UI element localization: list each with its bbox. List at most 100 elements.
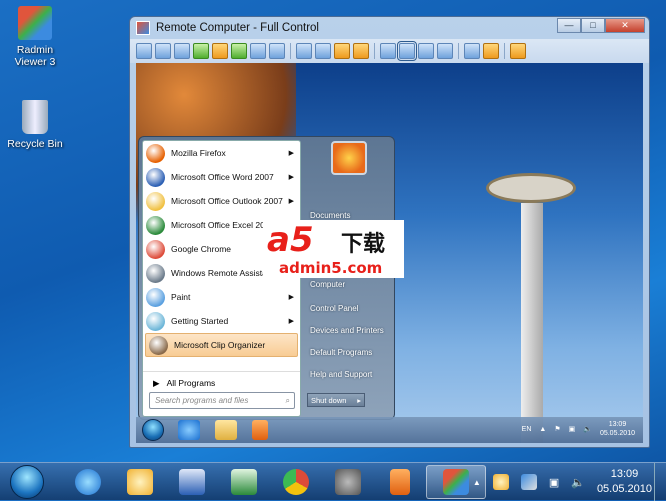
clipboard-send-icon[interactable] [353,43,369,59]
program-icon [146,143,165,163]
separator [458,43,459,59]
program-label: Microsoft Office Word 2007 [171,172,274,182]
file-transfer-icon[interactable] [193,43,209,59]
remote-clock[interactable]: 13:09 05.05.2010 [600,420,635,438]
normal-mode-icon[interactable] [380,43,396,59]
programs-pane: Mozilla Firefox ▶ Microsoft Office Word 20… [142,140,301,417]
taskbar-outlook[interactable] [114,465,166,499]
submenu-arrow-icon[interactable]: ▶ [289,149,294,157]
start-item-default-programs[interactable]: Default Programs [310,348,372,357]
start-orb-icon[interactable] [10,464,44,499]
close-button[interactable]: ✕ [605,18,645,33]
screenshot-icon[interactable] [464,43,480,59]
separator [504,43,505,59]
submenu-arrow-icon[interactable]: ▶ [289,293,294,301]
flag-icon[interactable]: ⚑ [554,425,560,433]
submenu-arrow-icon[interactable]: ▶ [289,317,294,325]
clipboard-get-icon[interactable] [334,43,350,59]
chrome-icon [283,468,309,495]
search-input[interactable]: Search programs and files ⌕ [149,392,295,409]
excel-icon [231,468,257,495]
settings-icon[interactable] [483,43,499,59]
program-icon [146,215,165,235]
watermark-logo: a5 下载 admin5.com [263,220,404,278]
start-orb-icon[interactable] [142,419,164,441]
date: 05.05.2010 [596,483,652,495]
program-label: Microsoft Office Excel 2007 [171,220,275,230]
start-item-computer[interactable]: Computer [310,280,345,289]
program-label: Microsoft Clip Organizer [174,340,266,350]
taskbar-excel[interactable] [218,465,270,499]
start-item-control-panel[interactable]: Control Panel [310,304,358,313]
shutdown-arrow-icon[interactable]: ▸ [357,396,361,405]
text-message-icon[interactable] [269,43,285,59]
program-item[interactable]: Mozilla Firefox ▶ [143,141,300,165]
submenu-arrow-icon[interactable]: ▶ [289,173,294,181]
submenu-arrow-icon[interactable]: ▶ [289,197,294,205]
program-item[interactable]: Microsoft Clip Organizer [145,333,298,357]
network-icon[interactable]: ▣ [569,425,576,433]
view-only-icon[interactable] [155,43,171,59]
connections-icon[interactable] [315,43,331,59]
radmin-tray-icon[interactable] [520,474,537,490]
volume-icon[interactable]: 🔈 [571,476,585,489]
shutdown-icon[interactable] [212,43,228,59]
program-item[interactable]: Getting Started ▶ [143,309,300,333]
network-icon[interactable]: ▣ [549,476,559,489]
taskbar-word[interactable] [166,465,218,499]
taskbar-media-player[interactable] [374,465,426,499]
program-item[interactable]: Microsoft Office Outlook 2007 ▶ [143,189,300,213]
chat-icon[interactable] [231,43,247,59]
voice-chat-icon[interactable] [250,43,266,59]
telnet-icon[interactable] [174,43,190,59]
program-icon [149,335,168,355]
send-text-icon[interactable] [296,43,312,59]
separator [290,43,291,59]
all-programs-label: All Programs [166,378,216,388]
show-desktop-button[interactable] [654,463,666,501]
time: 13:09 [610,468,639,480]
program-item[interactable]: Microsoft Office Word 2007 ▶ [143,165,300,189]
explorer-icon[interactable] [215,420,237,440]
ie-icon[interactable] [178,420,200,440]
maximize-button[interactable]: □ [581,18,605,33]
language-indicator[interactable]: EN [522,426,532,433]
taskbar-gimp[interactable] [322,465,374,499]
shutdown-label: Shut down [311,396,347,405]
search-icon: ⌕ [285,396,290,405]
program-item[interactable]: Paint ▶ [143,285,300,309]
stretch-mode-icon[interactable] [397,41,417,61]
taskbar-chrome[interactable] [270,465,322,499]
tray-chevron-icon[interactable]: ▲ [539,426,546,433]
media-player-icon [390,468,410,495]
close-connection-icon[interactable] [510,43,526,59]
title-bar[interactable]: Remote Computer - Full Control — □ ✕ [130,17,649,39]
taskbar-ie[interactable] [62,465,114,499]
desktop-icon-radmin[interactable]: Radmin Viewer 3 [0,6,70,68]
watermark-a5: a5 [267,220,314,260]
full-screen-stretch-icon[interactable] [437,43,453,59]
tray-chevron-icon[interactable]: ▲ [473,478,481,487]
program-icon [146,311,165,331]
clock[interactable]: 13:09 05.05.2010 [597,467,652,497]
full-screen-icon[interactable] [418,43,434,59]
program-label: Google Chrome [171,244,232,254]
start-item-devices-printers[interactable]: Devices and Printers [310,326,384,335]
user-avatar[interactable] [331,141,367,175]
desktop-icon-label: Recycle Bin [7,138,63,150]
program-label: Mozilla Firefox [171,148,226,158]
outlook-tray-icon[interactable] [492,474,509,490]
all-programs[interactable]: ▶ All Programs [143,371,300,389]
desktop-icon-label: Radmin Viewer 3 [14,44,56,68]
shutdown-button[interactable]: Shut down ▸ [307,393,365,407]
start-item-help-support[interactable]: Help and Support [310,370,372,379]
full-control-icon[interactable] [136,43,152,59]
search-placeholder: Search programs and files [155,396,249,405]
media-player-icon[interactable] [252,420,268,440]
program-label: Paint [171,292,191,302]
minimize-button[interactable]: — [557,18,581,33]
start-item-documents[interactable]: Documents [310,211,350,220]
desktop-icon-recycle-bin[interactable]: Recycle Bin [0,100,70,150]
system-tray: ▲ ▣ 🔈 13:09 05.05.2010 [473,463,652,501]
volume-icon[interactable]: 🔈 [583,425,592,433]
